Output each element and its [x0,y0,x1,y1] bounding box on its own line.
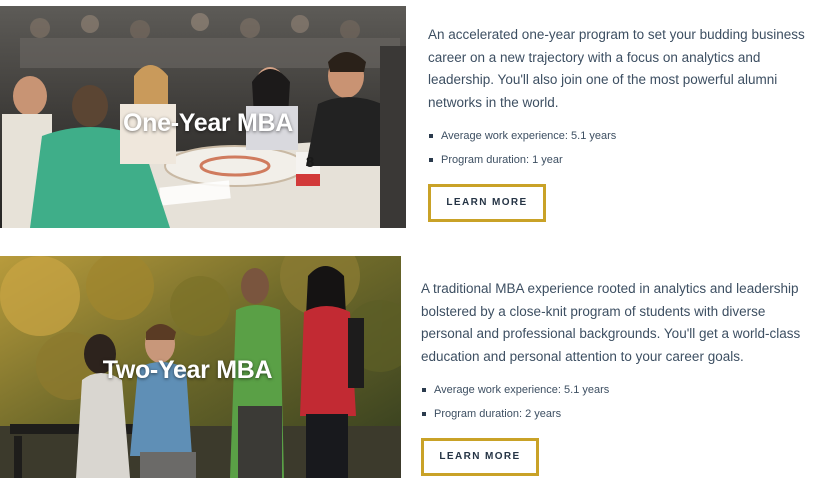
two-year-mba-title: Two-Year MBA [102,355,273,384]
fact-program-duration: Program duration: 1 year [428,148,813,172]
one-year-mba-photo[interactable]: One-Year MBA [0,6,406,228]
table-tent-number: 8 [305,154,315,171]
two-year-mba-facts: Average work experience: 5.1 years Progr… [421,378,813,426]
one-year-mba-description: An accelerated one-year program to set y… [428,27,805,110]
one-year-mba-facts: Average work experience: 5.1 years Progr… [428,124,813,172]
two-year-mba-description: A traditional MBA experience rooted in a… [421,281,801,364]
program-card-two-year: Two-Year MBA A traditional MBA experienc… [0,256,825,484]
fact-program-duration: Program duration: 2 years [421,402,813,426]
program-card-one-year: One-Year MBA An accelerated one-year pro… [0,0,825,232]
learn-more-button-two-year[interactable]: LEARN MORE [421,438,539,476]
fact-work-experience: Average work experience: 5.1 years [421,378,813,402]
two-year-mba-info: A traditional MBA experience rooted in a… [421,278,813,476]
one-year-mba-info: An accelerated one-year program to set y… [428,24,813,222]
learn-more-button-one-year[interactable]: LEARN MORE [428,184,546,222]
fact-work-experience: Average work experience: 5.1 years [428,124,813,148]
one-year-mba-title: One-Year MBA [122,108,294,137]
two-year-mba-photo[interactable]: Two-Year MBA [0,256,401,478]
